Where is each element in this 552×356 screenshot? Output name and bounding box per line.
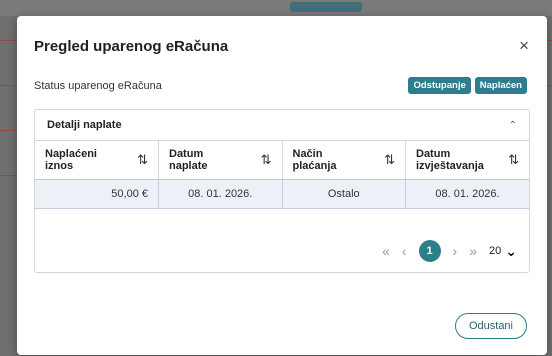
sort-icon[interactable]: ⇅	[261, 152, 272, 168]
status-badge-paid: Naplaćen	[474, 77, 527, 94]
column-label: Naplaćeni iznos	[45, 148, 97, 172]
cell-report-date: 08. 01. 2026.	[405, 179, 529, 209]
column-label: Datum naplate	[169, 148, 208, 172]
background-header	[0, 0, 552, 16]
column-header-amount[interactable]: Naplaćeni iznos ⇅	[35, 141, 159, 180]
status-badge-discrepancy: Odstupanje	[408, 77, 471, 94]
background-divider	[547, 85, 552, 86]
background-divider	[0, 40, 17, 41]
close-icon[interactable]: ×	[519, 36, 529, 56]
status-badges: Odstupanje Naplaćen	[408, 77, 527, 94]
sort-icon[interactable]: ⇅	[384, 152, 395, 168]
column-header-report-date[interactable]: Datum izvještavanja ⇅	[405, 141, 529, 180]
background-badge	[290, 2, 362, 12]
payment-details-title: Detalji naplate	[47, 119, 122, 131]
sort-icon[interactable]: ⇅	[508, 152, 519, 168]
table-row[interactable]: 50,00 € 08. 01. 2026. Ostalo 08. 01. 202…	[35, 179, 529, 209]
status-label: Status uparenog eRačuna	[34, 80, 162, 92]
chevron-up-icon[interactable]: ⌃	[509, 120, 517, 131]
payment-details-card: Detalji naplate ⌃ Naplaćeni iznos ⇅ Datu…	[34, 109, 530, 273]
column-label: Datum izvještavanja	[416, 148, 484, 172]
page-size-value: 20	[489, 245, 502, 257]
background-divider	[547, 40, 552, 41]
column-label: Način plaćanja	[292, 148, 337, 172]
cell-payment-method: Ostalo	[282, 179, 406, 209]
sort-icon[interactable]: ⇅	[137, 152, 148, 168]
background-divider	[0, 130, 17, 131]
pagination: « ‹ 1 › » 20 ⌄	[382, 240, 517, 262]
matched-einvoice-modal: Pregled uparenog eRačuna × Status uparen…	[17, 16, 547, 355]
double-chevron-right-icon[interactable]: »	[469, 243, 477, 259]
chevron-right-icon[interactable]: ›	[453, 243, 458, 259]
payment-details-table: Naplaćeni iznos ⇅ Datum naplate ⇅ Način …	[35, 141, 529, 209]
cancel-button[interactable]: Odustani	[454, 313, 527, 339]
cell-payment-date: 08. 01. 2026.	[158, 179, 283, 209]
double-chevron-left-icon[interactable]: «	[382, 243, 390, 259]
chevron-down-icon[interactable]: ⌄	[505, 243, 517, 260]
column-header-payment-method[interactable]: Način plaćanja ⇅	[282, 141, 406, 180]
background-divider	[0, 85, 17, 86]
modal-title: Pregled uparenog eRačuna	[34, 38, 229, 55]
background-divider	[0, 175, 17, 176]
chevron-left-icon[interactable]: ‹	[402, 243, 407, 259]
page-button-current[interactable]: 1	[418, 240, 441, 262]
payment-details-header[interactable]: Detalji naplate ⌃	[35, 110, 529, 141]
cell-amount: 50,00 €	[35, 179, 159, 209]
column-header-payment-date[interactable]: Datum naplate ⇅	[158, 141, 283, 180]
page-size-select[interactable]: 20 ⌄	[489, 243, 517, 260]
